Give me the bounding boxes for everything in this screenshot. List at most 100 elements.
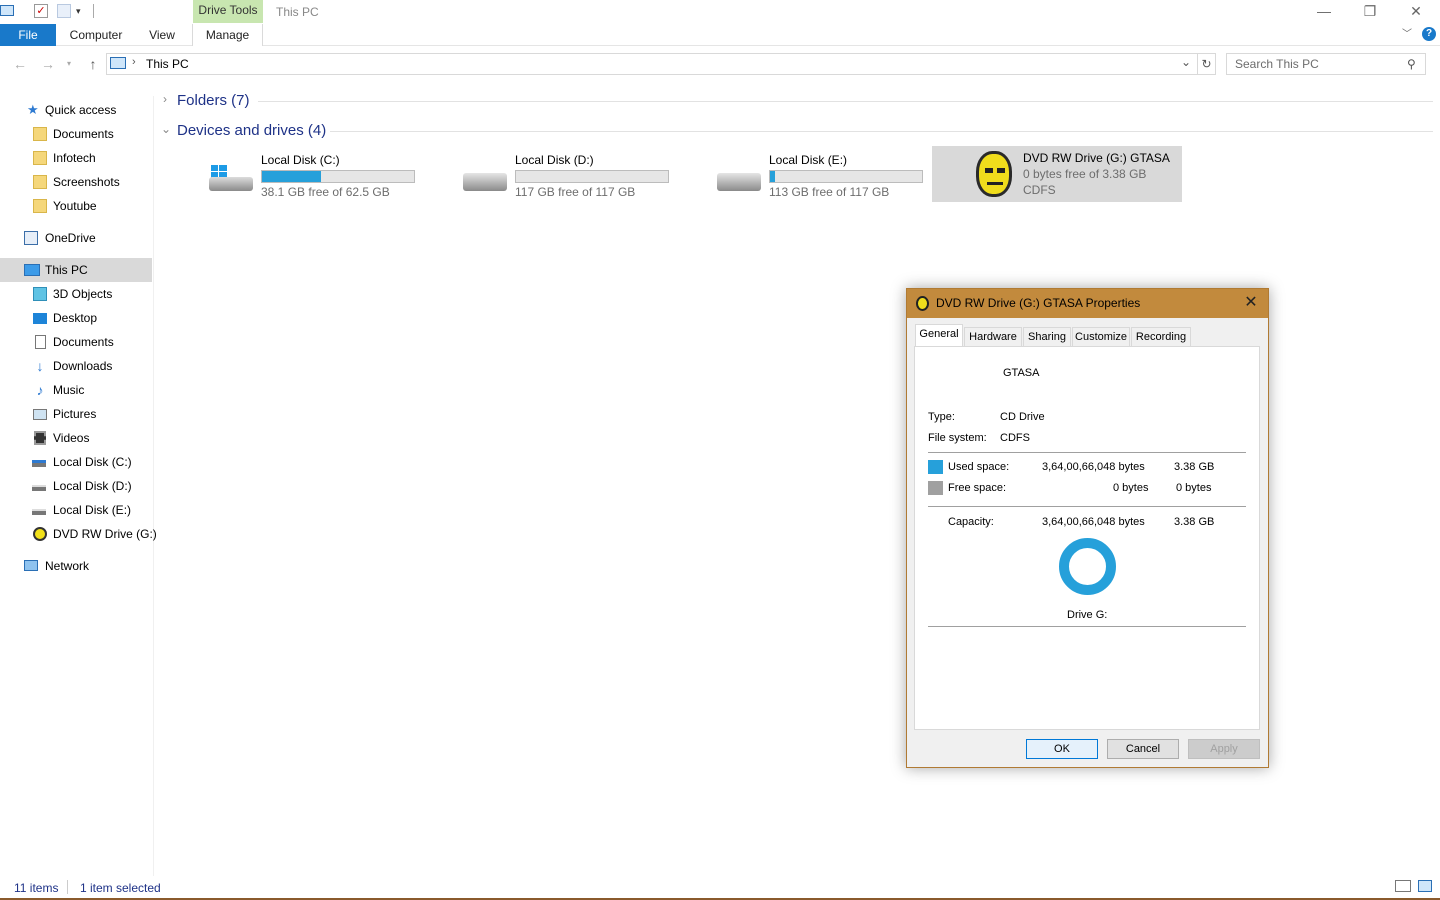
drive-tile-c[interactable]: Local Disk (C:) 38.1 GB free of 62.5 GB: [179, 149, 429, 205]
drive-name: Local Disk (C:): [261, 153, 340, 167]
breadcrumb-separator-icon[interactable]: ›: [132, 56, 136, 68]
sidebar-item-downloads[interactable]: ↓ Downloads: [0, 354, 152, 378]
general-tab-panel: GTASA Type: CD Drive File system: CDFS U…: [914, 346, 1260, 730]
sidebar-item-local-disk-e[interactable]: Local Disk (E:): [0, 498, 152, 522]
large-icons-view-icon[interactable]: [1418, 880, 1432, 892]
ok-button[interactable]: OK: [1026, 739, 1098, 759]
used-space-label: Used space:: [948, 461, 1010, 473]
file-system-label: File system:: [928, 432, 987, 444]
new-folder-icon[interactable]: [57, 4, 71, 18]
drive-free-space: 0 bytes free of 3.38 GB: [1023, 167, 1147, 181]
free-space-swatch: [928, 481, 943, 495]
sidebar-item-network[interactable]: Network: [0, 554, 152, 578]
folder-icon: [33, 199, 47, 213]
tab-customize[interactable]: Customize: [1072, 327, 1130, 347]
sidebar-item-label: 3D Objects: [53, 287, 113, 301]
sidebar-item-videos[interactable]: Videos: [0, 426, 152, 450]
sidebar-item-label: Local Disk (E:): [53, 503, 132, 517]
tab-recording[interactable]: Recording: [1131, 327, 1191, 347]
drive-name: Local Disk (D:): [515, 153, 594, 167]
sidebar-item-local-disk-c[interactable]: Local Disk (C:): [0, 450, 152, 474]
dialog-title-bar[interactable]: DVD RW Drive (G:) GTASA Properties: [907, 289, 1268, 318]
tab-sharing[interactable]: Sharing: [1023, 327, 1071, 347]
back-button[interactable]: ←: [10, 55, 30, 73]
apply-button[interactable]: Apply: [1188, 739, 1260, 759]
folder-icon: [33, 175, 47, 189]
refresh-button[interactable]: ↻: [1198, 53, 1216, 75]
dialog-close-button[interactable]: ✕: [1240, 292, 1262, 314]
onedrive-icon: [24, 231, 38, 245]
drive-usage-bar: [769, 170, 923, 183]
details-view-icon[interactable]: [1395, 880, 1411, 892]
sidebar-item-local-disk-d[interactable]: Local Disk (D:): [0, 474, 152, 498]
folders-group-header[interactable]: Folders (7): [177, 92, 250, 109]
sidebar-item-documents[interactable]: Documents: [0, 330, 152, 354]
tab-hardware[interactable]: Hardware: [964, 327, 1022, 347]
gtasa-dvd-icon: [976, 151, 1012, 197]
sidebar-item-infotech[interactable]: Infotech: [0, 146, 152, 170]
free-space-label: Free space:: [948, 482, 1007, 494]
file-system-value: CDFS: [1000, 432, 1030, 444]
used-space-bytes: 3,64,00,66,048 bytes: [1042, 461, 1145, 473]
devices-group-header[interactable]: Devices and drives (4): [177, 122, 326, 139]
cancel-button[interactable]: Cancel: [1107, 739, 1179, 759]
window-title: This PC: [276, 5, 319, 19]
sidebar-item-pictures[interactable]: Pictures: [0, 402, 152, 426]
tab-general[interactable]: General: [915, 324, 963, 348]
minimize-button[interactable]: —: [1301, 0, 1347, 24]
sidebar-item-3d-objects[interactable]: 3D Objects: [0, 282, 152, 306]
sidebar-item-documents-pinned[interactable]: Documents: [0, 122, 152, 146]
address-dropdown-icon[interactable]: ⌄: [1181, 55, 1191, 69]
sidebar-item-dvd-drive[interactable]: DVD RW Drive (G:): [0, 522, 157, 546]
sidebar-item-onedrive[interactable]: OneDrive: [0, 226, 152, 250]
close-button[interactable]: ✕: [1393, 0, 1439, 24]
type-label: Type:: [928, 411, 955, 423]
drive-tools-tab: Drive Tools: [193, 0, 263, 23]
usage-donut-chart: [1059, 538, 1116, 595]
sidebar-item-music[interactable]: ♪ Music: [0, 378, 152, 402]
sidebar-item-quick-access[interactable]: ★ Quick access: [0, 98, 152, 122]
restore-button[interactable]: ❐: [1347, 0, 1393, 24]
breadcrumb-this-pc[interactable]: This PC: [146, 57, 189, 71]
sidebar-item-label: DVD RW Drive (G:): [53, 527, 157, 541]
sidebar-item-label: Documents: [53, 335, 114, 349]
properties-icon[interactable]: ✓: [34, 4, 48, 18]
search-icon[interactable]: ⚲: [1407, 57, 1416, 71]
sidebar-item-screenshots[interactable]: Screenshots: [0, 170, 152, 194]
drive-tile-e[interactable]: Local Disk (E:) 113 GB free of 117 GB: [687, 149, 937, 205]
help-icon[interactable]: ?: [1422, 27, 1436, 41]
sidebar-item-label: Quick access: [45, 103, 117, 117]
tab-file[interactable]: File: [0, 24, 56, 46]
drive-name: Local Disk (E:): [769, 153, 848, 167]
sidebar-item-desktop[interactable]: Desktop: [0, 306, 152, 330]
up-button[interactable]: ↑: [83, 55, 103, 73]
divider: [928, 452, 1246, 453]
customize-toolbar-icon[interactable]: ▾: [76, 4, 90, 18]
tab-computer[interactable]: Computer: [62, 24, 130, 46]
chevron-right-icon[interactable]: ›: [163, 92, 167, 106]
search-input[interactable]: Search This PC: [1226, 53, 1426, 75]
sidebar-item-this-pc[interactable]: This PC: [0, 258, 152, 282]
recent-locations-icon[interactable]: ▾: [62, 55, 76, 73]
drive-icon: [32, 509, 46, 515]
volume-label[interactable]: GTASA: [1003, 367, 1039, 379]
drive-file-system: CDFS: [1023, 183, 1056, 197]
computer-icon[interactable]: [0, 5, 14, 16]
expand-ribbon-icon[interactable]: ﹀: [1402, 24, 1416, 46]
forward-button[interactable]: →: [38, 55, 58, 73]
sidebar-item-youtube[interactable]: Youtube: [0, 194, 152, 218]
used-space-swatch: [928, 460, 943, 474]
dvd-icon: [916, 296, 929, 311]
drive-tile-d[interactable]: Local Disk (D:) 117 GB free of 117 GB: [433, 149, 683, 205]
sidebar-item-label: Pictures: [53, 407, 97, 421]
tab-manage[interactable]: Manage: [192, 24, 263, 46]
navigation-pane: ★ Quick access Documents Infotech Screen…: [0, 96, 157, 876]
drive-free-space: 38.1 GB free of 62.5 GB: [261, 185, 390, 199]
sidebar-item-label: Videos: [53, 431, 90, 445]
address-bar[interactable]: › This PC ⌄: [106, 53, 1198, 75]
tab-view[interactable]: View: [140, 24, 184, 46]
capacity-bytes: 3,64,00,66,048 bytes: [1042, 516, 1145, 528]
drive-caption: Drive G:: [1067, 609, 1108, 621]
drive-tile-dvd[interactable]: DVD RW Drive (G:) GTASA 0 bytes free of …: [932, 146, 1182, 202]
chevron-down-icon[interactable]: ⌄: [161, 122, 171, 136]
